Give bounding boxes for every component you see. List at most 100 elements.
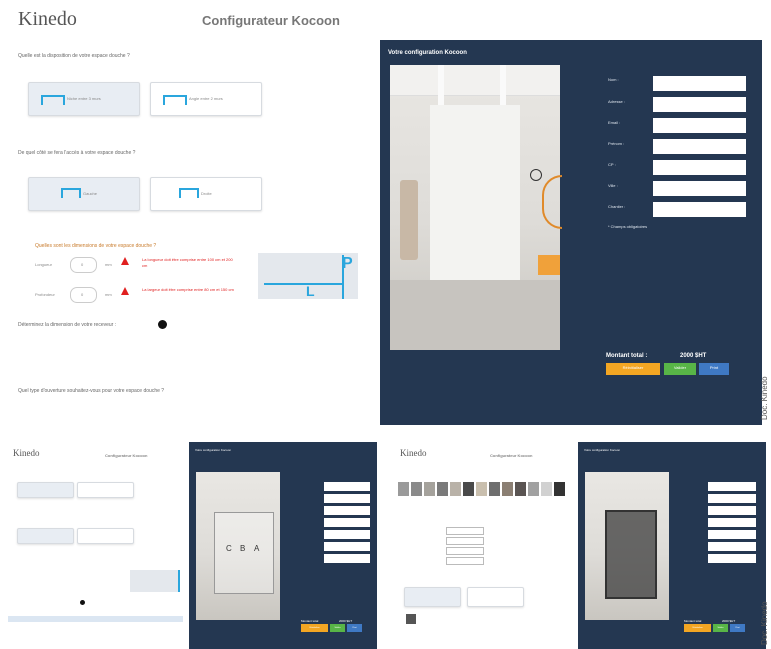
length-letter: L [306,283,315,299]
kinedo-logo: Kinedo [13,448,40,458]
length-arrow [264,283,342,285]
site-input[interactable] [653,202,746,217]
color-swatches [398,482,574,496]
disposition-option-niche[interactable] [17,482,74,498]
validate-button[interactable]: Valider [664,363,696,375]
field-label: Email : [608,120,621,125]
access-option-right[interactable]: Droite [150,177,262,211]
color-swatch[interactable] [554,482,565,496]
firstname-input[interactable] [653,139,746,154]
address-input[interactable] [708,494,756,503]
opening-option[interactable] [467,587,524,607]
firstname-input[interactable] [324,518,370,527]
total-value: 2000 $HT [680,353,707,359]
address-input[interactable] [324,494,370,503]
city-input[interactable] [324,542,370,551]
postcode-input[interactable] [324,530,370,539]
towel [400,180,418,260]
configuration-panel: Votre configuration Kocoon C B A Montant… [189,442,377,649]
color-swatch[interactable] [424,482,435,496]
disposition-option-angle[interactable] [77,482,134,498]
option-field[interactable] [446,537,484,545]
field-label: Ville : [608,183,618,188]
ceiling [390,65,560,96]
color-swatch[interactable] [502,482,513,496]
color-swatch[interactable] [411,482,422,496]
field-label: Chantier : [608,204,626,209]
page-title: Configurateur Kocoon [202,13,340,28]
reset-button[interactable]: Réinitialiser [301,624,328,632]
email-input[interactable] [324,506,370,515]
name-input[interactable] [653,76,746,91]
beam [500,65,506,105]
length-value: 0 [81,262,84,267]
field-label: CP : [608,162,616,167]
color-swatch[interactable] [463,482,474,496]
access-option-right[interactable] [77,528,134,544]
door-label-a: A [254,544,260,553]
disposition-question: Quelle est la disposition de votre espac… [18,53,130,59]
site-input[interactable] [324,554,370,563]
option-label: Gauche [83,191,98,196]
city-input[interactable] [708,542,756,551]
disposition-option-angle[interactable]: Angle entre 2 murs [150,82,262,116]
access-option-left[interactable] [17,528,74,544]
opening-option-selected[interactable] [8,616,183,622]
color-swatch[interactable] [541,482,552,496]
kinedo-logo: Kinedo [400,448,427,458]
print-button[interactable]: Print [347,624,362,632]
depth-input[interactable]: 0 [70,287,97,303]
validate-button[interactable]: Valider [330,624,345,632]
print-button[interactable]: Print [699,363,729,375]
length-unit: mm [105,262,112,267]
option-field[interactable] [446,547,484,555]
configuration-panel: Votre configuration Kocoon Nom : Adresse… [380,40,762,425]
email-input[interactable] [708,506,756,515]
info-icon[interactable] [158,320,167,329]
name-input[interactable] [708,482,756,491]
glass-door [214,512,274,594]
length-input[interactable]: 0 [70,257,97,273]
option-label: Angle entre 2 murs [189,96,223,101]
dark-profile-swatch[interactable] [406,614,416,624]
page-title: Configurateur Kocoon [105,453,148,458]
option-field[interactable] [446,557,484,565]
dimensions-question: Quelles sont les dimensions de votre esp… [35,243,157,249]
color-swatch[interactable] [437,482,448,496]
validate-button[interactable]: Valider [713,624,728,632]
panel-title: Votre configuration Kocoon [388,50,467,56]
color-swatch[interactable] [489,482,500,496]
color-swatch[interactable] [398,482,409,496]
email-input[interactable] [653,118,746,133]
site-input[interactable] [708,554,756,563]
firstname-input[interactable] [708,518,756,527]
shower-render-image [585,472,669,620]
page-title: Configurateur Kocoon [490,453,533,458]
name-input[interactable] [324,482,370,491]
depth-value: 0 [81,292,84,297]
option-field[interactable] [446,527,484,535]
reset-button[interactable]: Réinitialiser [684,624,711,632]
access-option-left[interactable]: Gauche [28,177,140,211]
disposition-option-niche[interactable]: Niche entre 3 murs [28,82,140,116]
color-swatch[interactable] [476,482,487,496]
info-icon[interactable] [80,600,85,605]
postcode-input[interactable] [653,160,746,175]
print-button[interactable]: Print [730,624,745,632]
address-input[interactable] [653,97,746,112]
opening-option-selected[interactable] [404,587,461,607]
total-value: 2000 $HT [339,619,353,623]
color-swatch[interactable] [450,482,461,496]
reset-button[interactable]: Réinitialiser [606,363,660,375]
dark-glass-door [605,510,657,599]
city-input[interactable] [653,181,746,196]
color-swatch[interactable] [515,482,526,496]
depth-letter: P [342,255,353,272]
color-swatch[interactable] [528,482,539,496]
length-error: La longueur doit être comprise entre 100… [142,257,233,268]
field-label: Prénom : [608,141,625,146]
shower-render-image [390,65,562,350]
postcode-input[interactable] [708,530,756,539]
right-access-icon [179,188,199,198]
dimensions-diagram [130,570,180,592]
